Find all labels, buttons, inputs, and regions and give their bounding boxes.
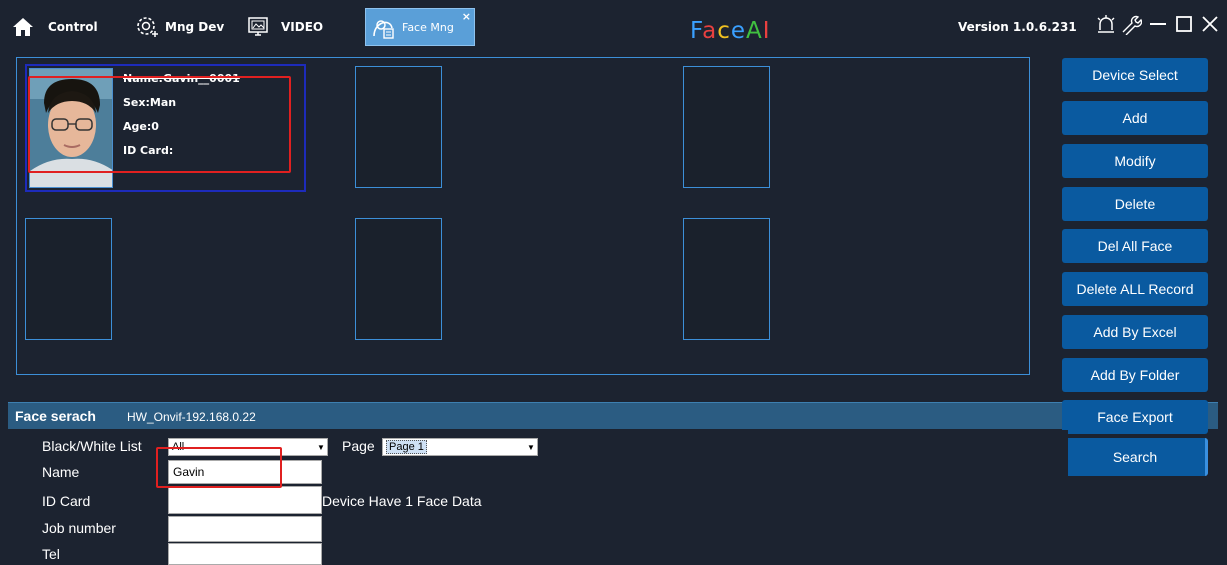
del-all-face-button[interactable]: Del All Face [1062, 229, 1208, 263]
face-slot-empty[interactable] [25, 218, 112, 340]
name-label: Name [42, 464, 80, 480]
tab-label: Face Mng [402, 20, 454, 34]
idcard-input[interactable] [168, 486, 322, 514]
tab-face-mng[interactable]: Face Mng × [365, 8, 475, 46]
close-icon[interactable] [1198, 10, 1222, 38]
tab-video[interactable]: VIDEO [247, 8, 323, 46]
status-text: Device Have 1 Face Data [322, 493, 482, 509]
maximize-icon[interactable] [1172, 10, 1196, 38]
tel-label: Tel [42, 546, 60, 562]
brand-letter: F [690, 18, 703, 44]
version-label: Version 1.0.6.231 [958, 20, 1077, 34]
brand-letter: A [746, 18, 763, 44]
tab-label: Control [48, 20, 98, 34]
face-manage-icon [370, 14, 396, 40]
minimize-icon[interactable] [1146, 10, 1170, 38]
tab-label: Mng Dev [165, 20, 225, 34]
title-bar: Control Mng Dev VIDEO Face Mng × FaceAI … [0, 0, 1227, 52]
tab-mng-dev[interactable]: Mng Dev [135, 8, 224, 46]
add-button[interactable]: Add [1062, 101, 1208, 135]
brand-letter: e [730, 18, 747, 44]
alarm-icon[interactable] [1094, 10, 1118, 38]
video-monitor-icon [247, 16, 269, 38]
brand-letter: I [762, 18, 771, 44]
job-input[interactable] [168, 516, 322, 542]
dropdown-arrow-icon: ▼ [317, 442, 325, 452]
search-title: Face serach [15, 408, 96, 424]
device-settings-icon [135, 15, 159, 39]
page-select-value: Page 1 [386, 440, 427, 454]
brand-letter: a [702, 18, 718, 44]
idcard-label: ID Card [42, 493, 91, 509]
add-by-excel-button[interactable]: Add By Excel [1062, 315, 1208, 349]
job-label: Job number [42, 520, 116, 536]
close-tab-icon[interactable]: × [462, 10, 471, 23]
face-slot-empty[interactable] [683, 218, 770, 340]
add-by-folder-button[interactable]: Add By Folder [1062, 358, 1208, 392]
face-slot-empty[interactable] [683, 66, 770, 188]
face-slot-empty[interactable] [355, 218, 442, 340]
delete-all-record-button[interactable]: Delete ALL Record [1062, 272, 1208, 306]
delete-button[interactable]: Delete [1062, 187, 1208, 221]
device-select-button[interactable]: Device Select [1062, 58, 1208, 92]
tab-label: VIDEO [281, 20, 324, 34]
brand-letter: c [717, 18, 731, 44]
tab-control[interactable]: Control [12, 8, 98, 46]
search-button[interactable]: Search [1062, 438, 1208, 476]
highlight-box [28, 76, 291, 173]
face-export-button[interactable]: Face Export [1062, 400, 1208, 434]
dropdown-arrow-icon: ▼ [527, 442, 535, 452]
page-label: Page [342, 438, 375, 454]
wrench-icon[interactable] [1119, 10, 1143, 38]
list-label: Black/White List [42, 438, 142, 454]
highlight-box [156, 447, 282, 488]
page-select[interactable]: Page 1 ▼ [382, 438, 538, 456]
search-device: HW_Onvif-192.168.0.22 [127, 410, 256, 424]
tel-input[interactable] [168, 543, 322, 565]
face-search-header: Face serach HW_Onvif-192.168.0.22 [8, 402, 1218, 429]
modify-button[interactable]: Modify [1062, 144, 1208, 178]
face-slot-empty[interactable] [355, 66, 442, 188]
brand-logo: FaceAI [690, 18, 771, 44]
home-icon [12, 17, 34, 37]
